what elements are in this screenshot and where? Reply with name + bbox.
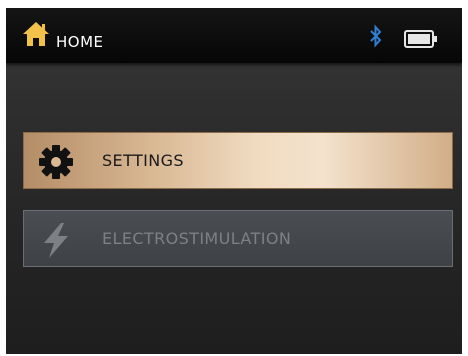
bluetooth-icon: [370, 24, 382, 48]
settings-label: SETTINGS: [102, 151, 184, 170]
electrostimulation-label: ELECTROSTIMULATION: [102, 229, 292, 248]
settings-menu-item[interactable]: SETTINGS: [23, 132, 453, 189]
home-icon[interactable]: [22, 21, 50, 47]
lightning-icon: [44, 223, 68, 258]
page-title: HOME: [56, 33, 104, 51]
status-bar: HOME: [6, 8, 462, 63]
battery-icon: [404, 30, 437, 48]
electrostimulation-menu-item[interactable]: ELECTROSTIMULATION: [23, 210, 453, 267]
gear-icon: [39, 145, 73, 179]
device-screen: HOME SETTINGS ELECTROSTIMULATION: [6, 8, 462, 354]
